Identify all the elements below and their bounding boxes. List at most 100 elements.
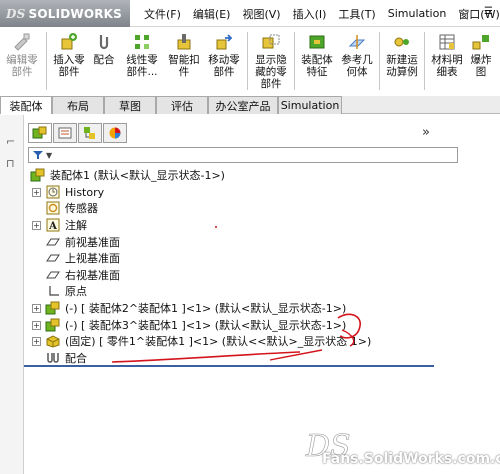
tree-root[interactable]: 装配体1 (默认<默认_显示状态-1>) (30, 167, 225, 183)
smart-fastener-button[interactable]: 智能扣 件 (165, 32, 203, 78)
assembly-feature-icon (307, 32, 327, 52)
tab-simulation[interactable]: Simulation (278, 96, 342, 114)
smart-fastener-label: 智能扣 件 (168, 54, 200, 78)
move-component-icon (214, 32, 234, 52)
tree-item-sensors[interactable]: 传感器 (32, 200, 98, 216)
menu-edit[interactable]: 编辑(E) (187, 6, 237, 22)
bom-icon (437, 32, 457, 52)
reference-geometry-icon (347, 32, 367, 52)
configuration-manager-tab[interactable] (78, 123, 102, 143)
property-manager-tab[interactable] (53, 123, 77, 143)
menu-bar: DS SOLIDWORKS 文件(F) 编辑(E) 视图(V) 插入(I) 工具… (0, 0, 500, 27)
command-manager-toolbar: 编辑零 部件 插入零 部件 配合 线性零 部件... 智能扣 件 移动零 部件 (0, 28, 500, 96)
expand-toggle[interactable]: + (32, 187, 41, 197)
new-motion-study-button[interactable]: 新建运 动算例 (382, 32, 422, 78)
expand-toggle[interactable]: + (32, 320, 41, 330)
annotation-icon: A (45, 218, 61, 232)
tree-item-label: (固定) [ 零件1^装配体1 ]<1> (默认<<默认>_显示状态 1>) (65, 335, 372, 348)
configuration-manager-icon (84, 127, 95, 139)
tree-rollback-bar[interactable] (24, 365, 434, 367)
show-hidden-components-button[interactable]: 显示隐 藏的零 部件 (250, 32, 292, 90)
move-component-button[interactable]: 移动零 部件 (203, 32, 245, 78)
insert-component-icon (59, 32, 79, 52)
menu-file[interactable]: 文件(F) (138, 6, 187, 22)
toolbar-separator (379, 32, 380, 90)
tree-item-right-plane[interactable]: 右视基准面 (32, 267, 120, 283)
tree-item-origin[interactable]: 原点 (32, 283, 87, 299)
menu-simulation[interactable]: Simulation (382, 7, 453, 20)
menu-overflow-icon[interactable]: ☰ (484, 6, 493, 17)
expand-toggle[interactable]: + (32, 220, 41, 230)
expand-toggle[interactable]: + (32, 336, 41, 346)
subassembly-icon (45, 301, 61, 315)
tree-item-label: (-) [ 装配体2^装配体1 ]<1> (默认<默认_显示状态-1>) (65, 302, 347, 315)
exploded-view-button[interactable]: 爆炸 图 (467, 32, 495, 78)
tree-item-front-plane[interactable]: 前视基准面 (32, 234, 120, 250)
tree-item-label: 上视基准面 (65, 252, 120, 265)
filter-icon (33, 151, 43, 159)
tab-layout[interactable]: 布局 (52, 96, 104, 114)
reference-geometry-label: 参考几 何体 (341, 54, 373, 78)
tree-item-mates[interactable]: 配合 (32, 350, 87, 366)
solidworks-logo[interactable]: DS SOLIDWORKS (0, 0, 130, 27)
svg-text:A: A (48, 221, 57, 232)
display-manager-tab[interactable] (103, 123, 127, 143)
tree-item-annotations[interactable]: + A 注解 (32, 217, 87, 233)
tree-item-label: 注解 (65, 219, 87, 232)
plane-icon (45, 251, 61, 265)
assembly-icon (30, 168, 46, 182)
tab-office-products[interactable]: 办公室产品 (208, 96, 278, 114)
tab-assembly[interactable]: 装配体 (0, 96, 52, 114)
linear-pattern-button[interactable]: 线性零 部件... (119, 32, 165, 78)
toolbar-separator (294, 32, 295, 90)
tree-item-top-plane[interactable]: 上视基准面 (32, 250, 120, 266)
expand-panel-button[interactable]: » (422, 125, 430, 140)
tree-item-subassembly-2[interactable]: + (-) [ 装配体2^装配体1 ]<1> (默认<默认_显示状态-1>) (32, 300, 346, 316)
filter-dropdown[interactable]: ▼ (28, 147, 458, 163)
tree-item-label: 右视基准面 (65, 269, 120, 282)
mate-label: 配合 (93, 54, 115, 66)
smart-fastener-icon (174, 32, 194, 52)
exploded-view-label: 爆炸 图 (470, 54, 492, 78)
menu-view[interactable]: 视图(V) (236, 6, 286, 22)
part-icon (45, 334, 61, 348)
tab-sketch[interactable]: 草图 (104, 96, 156, 114)
exploded-view-icon (471, 32, 491, 52)
tree-item-label: 原点 (65, 285, 87, 298)
move-component-label: 移动零 部件 (208, 54, 240, 78)
menu-insert[interactable]: 插入(I) (287, 6, 333, 22)
assembly-feature-button[interactable]: 装配体 特征 (297, 32, 337, 78)
edit-part-button[interactable]: 编辑零 部件 (0, 32, 44, 78)
tab-evaluate[interactable]: 评估 (156, 96, 208, 114)
origin-icon (45, 284, 61, 298)
tree-item-label: 前视基准面 (65, 236, 120, 249)
tree-item-history[interactable]: + History (32, 184, 104, 200)
motion-study-label: 新建运 动算例 (386, 54, 418, 78)
pin-icon[interactable]: ⌐ (6, 135, 15, 148)
tree-item-part-1[interactable]: + (固定) [ 零件1^装配体1 ]<1> (默认<<默认>_显示状态 1>) (32, 333, 371, 349)
expand-toggle[interactable]: + (32, 303, 41, 313)
menu-tools[interactable]: 工具(T) (332, 6, 381, 22)
feature-tree-icon (32, 126, 47, 139)
linear-pattern-label: 线性零 部件... (126, 54, 158, 78)
ds-logo-mark: DS (6, 6, 26, 21)
feature-manager-tab[interactable] (28, 123, 52, 143)
edit-part-label: 编辑零 部件 (6, 54, 38, 78)
insert-component-label: 插入零 部件 (53, 54, 85, 78)
reference-geometry-button[interactable]: 参考几 何体 (337, 32, 377, 78)
subassembly-icon (45, 318, 61, 332)
bom-button[interactable]: 材料明 细表 (427, 32, 467, 78)
insert-component-button[interactable]: 插入零 部件 (49, 32, 89, 78)
tree-item-subassembly-3[interactable]: + (-) [ 装配体3^装配体1 ]<1> (默认<默认_显示状态-1>) (32, 317, 346, 333)
property-manager-icon (58, 127, 72, 139)
toolbar-separator (424, 32, 425, 90)
mate-icon (94, 32, 114, 52)
sensor-icon (45, 201, 61, 215)
menu-items: 文件(F) 编辑(E) 视图(V) 插入(I) 工具(T) Simulation… (138, 0, 500, 27)
flyout-icon[interactable]: ⊓ (6, 157, 15, 170)
tree-item-label: History (65, 185, 105, 199)
mates-folder-icon (45, 351, 61, 365)
tree-item-label: (-) [ 装配体3^装配体1 ]<1> (默认<默认_显示状态-1>) (65, 319, 347, 332)
toolbar-separator (46, 32, 47, 90)
mate-button[interactable]: 配合 (89, 32, 119, 66)
